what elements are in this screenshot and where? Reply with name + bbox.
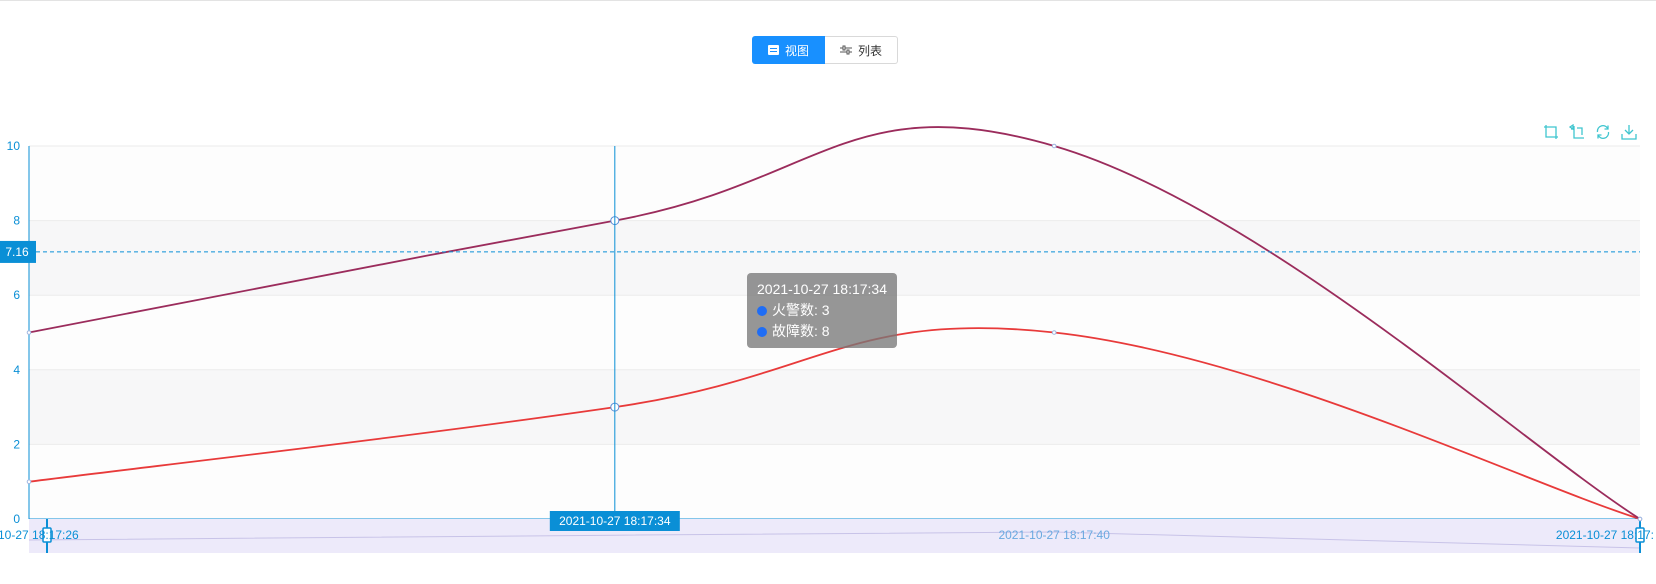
tooltip-value-fault: 故障数: 8 xyxy=(772,323,830,339)
y-tick-label: 6 xyxy=(13,288,20,302)
y-tick-label: 10 xyxy=(7,139,21,153)
y-tick-label: 2 xyxy=(13,437,20,451)
series-dot-icon xyxy=(757,326,767,337)
tooltip-row-fault: 故障数: 8 xyxy=(757,321,887,342)
y-tick-label: 0 xyxy=(13,512,20,526)
data-point[interactable] xyxy=(1051,330,1057,335)
split-area-band xyxy=(29,444,1640,519)
x-tick-label: 2021-10-27 18:17:40 xyxy=(998,528,1110,542)
tooltip-title: 2021-10-27 18:17:34 xyxy=(757,281,887,297)
data-point[interactable] xyxy=(1637,516,1643,522)
chart-tooltip: 2021-10-27 18:17:34 火警数: 3 故障数: 8 xyxy=(747,273,897,348)
x-tick-label: 2021-10-27 18:17: xyxy=(1556,528,1654,542)
split-area-band xyxy=(29,146,1640,221)
y-tick-label: 4 xyxy=(13,363,20,377)
split-area-band xyxy=(29,369,1640,445)
series-dot-icon xyxy=(757,305,767,316)
crosshair-y-label: 7.16 xyxy=(5,245,29,259)
tooltip-row-fire: 火警数: 3 xyxy=(757,300,887,321)
x-tick-label: -10-27 18:17:26 xyxy=(0,528,79,542)
data-point[interactable] xyxy=(1051,143,1057,149)
y-tick-label: 8 xyxy=(13,214,20,228)
crosshair-x-label: 2021-10-27 18:17:34 xyxy=(559,514,671,528)
datazoom-slider[interactable] xyxy=(29,519,1640,553)
data-point[interactable] xyxy=(26,479,32,485)
data-point[interactable] xyxy=(26,330,32,335)
tooltip-value-fire: 火警数: 3 xyxy=(772,302,830,318)
